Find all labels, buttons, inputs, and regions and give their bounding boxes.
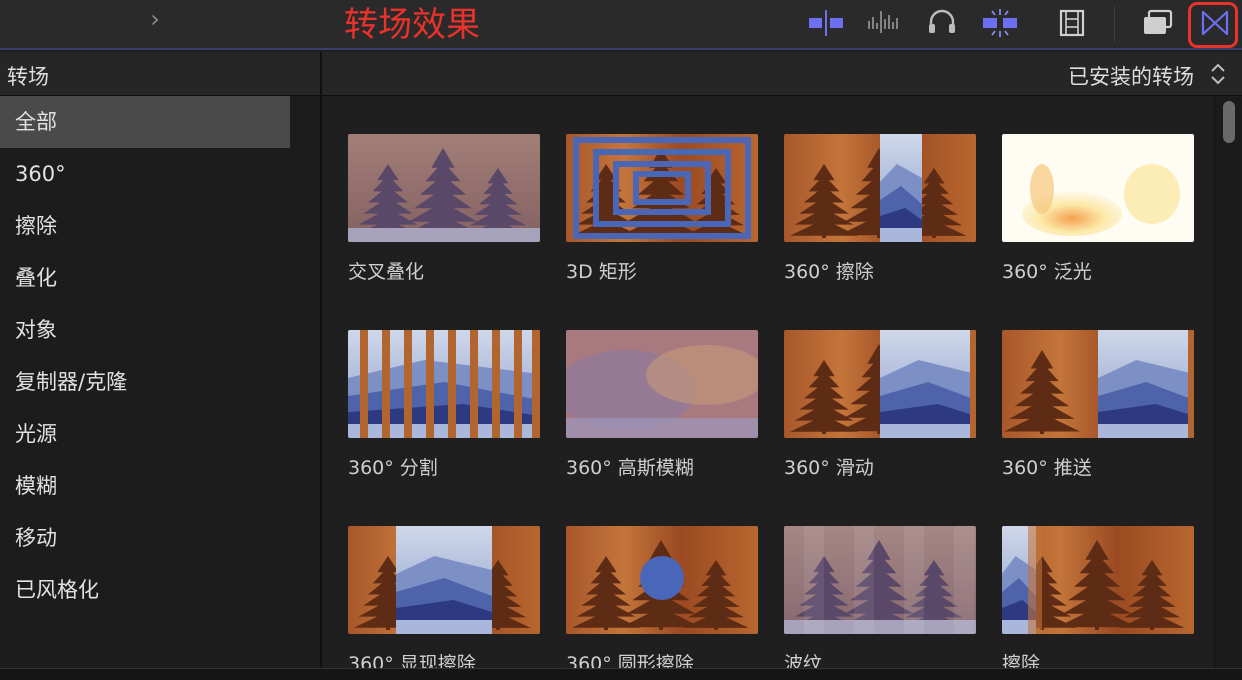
toolbar-divider: [1114, 6, 1115, 42]
transition-thumbnail[interactable]: [784, 330, 976, 438]
headphones-icon[interactable]: [924, 7, 960, 39]
transition-label: 360° 显现擦除: [348, 653, 476, 668]
scrollbar-thumb[interactable]: [1223, 101, 1235, 143]
transition-thumbnail[interactable]: [784, 134, 976, 242]
transition-thumbnail[interactable]: [566, 134, 758, 242]
installed-transitions-selector[interactable]: 已安装的转场: [1068, 61, 1194, 91]
sidebar-item[interactable]: 光源: [0, 408, 290, 460]
transition-label: 360° 高斯模糊: [566, 457, 694, 479]
transition-tile[interactable]: 360° 擦除: [784, 134, 976, 284]
transition-tile[interactable]: 360° 推送: [1002, 330, 1194, 480]
transition-label: 波纹: [784, 653, 823, 668]
sidebar-item[interactable]: 360°: [0, 148, 290, 200]
scrollbar[interactable]: [1214, 97, 1242, 668]
sidebar-item[interactable]: 擦除: [0, 200, 290, 252]
transition-thumbnail[interactable]: [348, 330, 540, 438]
transition-label: 擦除: [1002, 653, 1041, 668]
transition-label: 360° 擦除: [784, 261, 874, 283]
transition-tile[interactable]: 擦除: [1002, 526, 1194, 668]
chevron-right-icon[interactable]: ›: [144, 6, 166, 32]
sidebar-item[interactable]: 复制器/克隆: [0, 356, 290, 408]
transition-thumbnail[interactable]: [566, 330, 758, 438]
sidebar-item[interactable]: 模糊: [0, 460, 290, 512]
transition-label: 360° 推送: [1002, 457, 1092, 479]
browser-window-icon[interactable]: [1140, 7, 1176, 39]
transition-thumbnail[interactable]: [1002, 526, 1194, 634]
sidebar-item[interactable]: 叠化: [0, 252, 290, 304]
transition-tile[interactable]: 360° 高斯模糊: [566, 330, 758, 480]
clip-appearance-icon[interactable]: [808, 7, 844, 39]
transitions-grid: 交叉叠化 3D 矩形 360° 擦除 360° 泛光 360° 分割 360° 高斯模…: [322, 97, 1212, 668]
transition-tile[interactable]: 交叉叠化: [348, 134, 540, 284]
transition-label: 360° 分割: [348, 457, 438, 479]
highlight-box: [1188, 2, 1238, 48]
transition-tile[interactable]: 波纹: [784, 526, 976, 668]
toolbar: › 转场效果: [0, 0, 1242, 50]
sidebar-item[interactable]: 已风格化: [0, 564, 290, 616]
sidebar-item[interactable]: 全部: [0, 96, 290, 148]
transition-thumbnail[interactable]: [784, 526, 976, 634]
browser-header: 已安装的转场: [322, 52, 1242, 96]
transition-thumbnail[interactable]: [1002, 330, 1194, 438]
transition-tile[interactable]: 360° 圆形擦除: [566, 526, 758, 668]
audio-waveform-icon[interactable]: [866, 7, 902, 39]
category-sidebar: 全部 360° 擦除 叠化 对象 复制器/克隆 光源 模糊 移动 已风格化: [0, 96, 320, 668]
transition-label: 360° 滑动: [784, 457, 874, 479]
transition-label: 交叉叠化: [348, 261, 425, 283]
transition-thumbnail[interactable]: [1002, 134, 1194, 242]
bottom-bar: [0, 668, 1242, 680]
sidebar-item[interactable]: 对象: [0, 304, 290, 356]
transition-tile[interactable]: 360° 分割: [348, 330, 540, 480]
transition-thumbnail[interactable]: [348, 134, 540, 242]
transition-tile[interactable]: 360° 泛光: [1002, 134, 1194, 284]
sidebar-header: 转场: [0, 52, 320, 96]
transition-thumbnail[interactable]: [566, 526, 758, 634]
transition-label: 3D 矩形: [566, 261, 637, 283]
filmstrip-icon[interactable]: [1054, 7, 1090, 39]
sidebar-title: 转场: [7, 65, 49, 89]
transition-tile[interactable]: 360° 滑动: [784, 330, 976, 480]
transition-thumbnail[interactable]: [348, 526, 540, 634]
up-down-chevron-icon[interactable]: [1208, 60, 1228, 88]
sidebar-item[interactable]: 移动: [0, 512, 290, 564]
snapping-icon[interactable]: [982, 7, 1018, 39]
sidebar-gutter: [290, 96, 320, 668]
transition-tile[interactable]: 3D 矩形: [566, 134, 758, 284]
annotation-title: 转场效果: [344, 5, 480, 45]
transition-tile[interactable]: 360° 显现擦除: [348, 526, 540, 668]
transition-label: 360° 泛光: [1002, 261, 1092, 283]
transition-label: 360° 圆形擦除: [566, 653, 694, 668]
